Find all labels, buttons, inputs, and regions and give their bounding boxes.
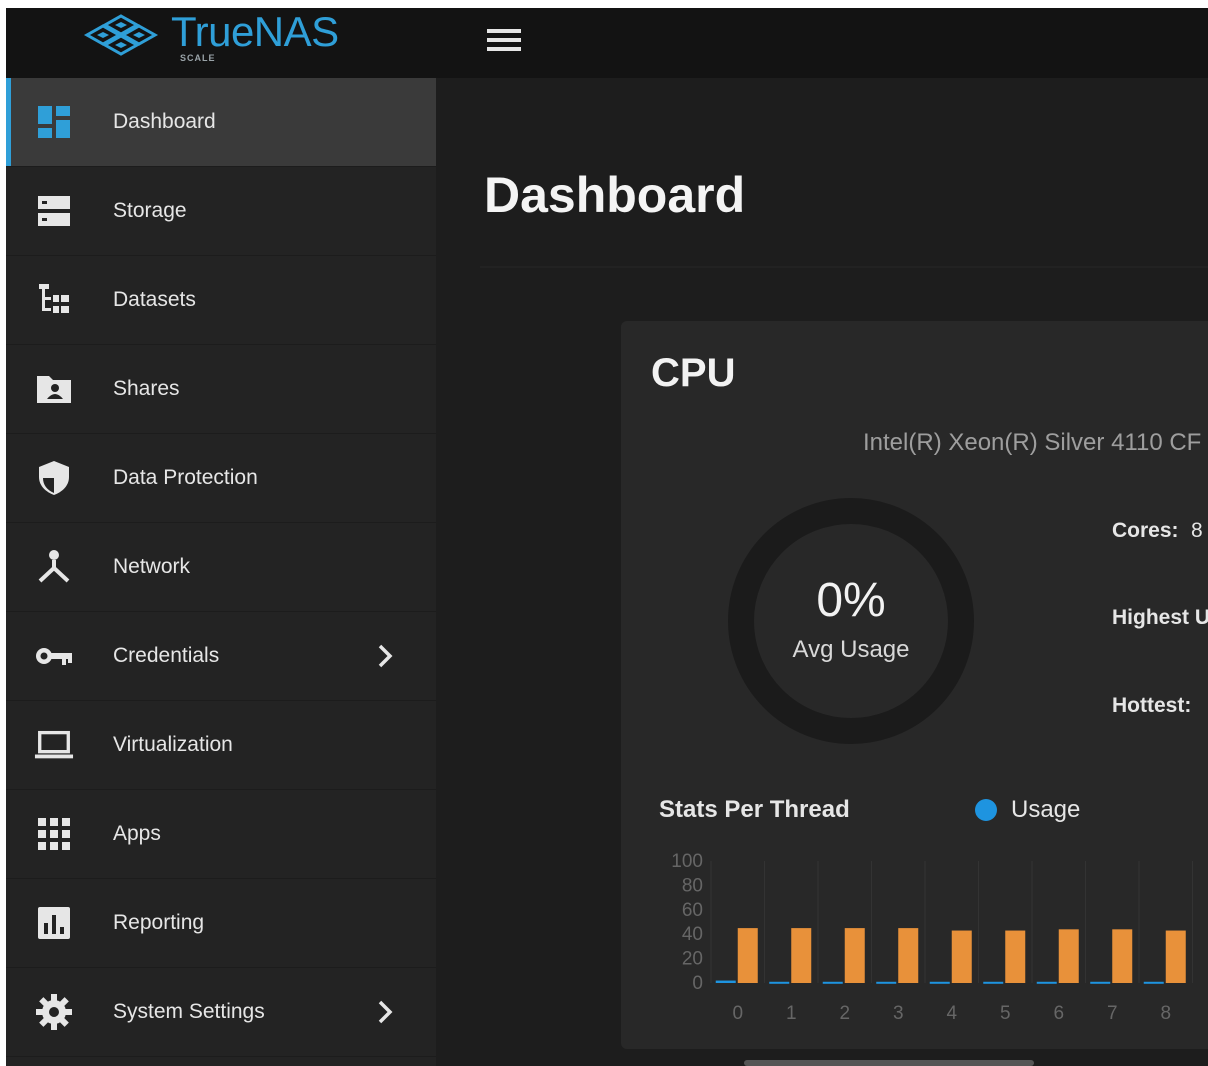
sidebar-item-label: Storage <box>113 199 187 222</box>
usage-bar <box>929 981 950 984</box>
truenas-logo-icon <box>83 14 159 56</box>
apps-grid-icon <box>34 814 74 854</box>
brand-name: TrueNAS <box>171 8 339 55</box>
chevron-right-icon[interactable] <box>372 641 398 671</box>
x-tick-label: 7 <box>1107 1003 1118 1021</box>
x-tick-label: 2 <box>839 1003 850 1021</box>
chevron-right-icon[interactable] <box>372 997 398 1027</box>
x-tick-label: 0 <box>732 1003 743 1021</box>
sidebar-item-label: Network <box>113 555 191 578</box>
shares-icon <box>34 369 74 409</box>
logo[interactable]: TrueNAS SCALE <box>6 8 436 78</box>
x-tick-label: 6 <box>1053 1003 1064 1021</box>
brand-edition: SCALE <box>180 53 216 63</box>
x-tick-label: 8 <box>1160 1003 1171 1021</box>
temperature-bar <box>791 928 812 983</box>
sidebar: Dashboard Storage Datasets Shares Data P… <box>6 78 436 1066</box>
usage-bar <box>983 981 1004 984</box>
usage-bar <box>876 981 897 984</box>
sidebar-item-label: System Settings <box>113 1000 265 1023</box>
main-content: Dashboard CPU Intel(R) Xeon(R) Silver 41… <box>436 78 1208 1066</box>
sidebar-item-virtualization[interactable]: Virtualization <box>6 701 436 790</box>
temperature-bar <box>898 928 919 983</box>
x-tick-label: 4 <box>946 1003 957 1021</box>
temperature-bar <box>1112 929 1133 983</box>
laptop-icon <box>34 725 74 765</box>
y-tick-label: 40 <box>682 924 703 945</box>
sidebar-item-credentials[interactable]: Credentials <box>6 612 436 701</box>
key-icon <box>34 636 74 676</box>
sidebar-item-label: Credentials <box>113 644 220 667</box>
network-icon <box>34 547 74 587</box>
usage-bar <box>769 981 790 984</box>
reporting-icon <box>34 903 74 943</box>
highest-usage-label: Highest U <box>1112 606 1208 629</box>
sidebar-item-label: Data Protection <box>113 466 258 489</box>
sidebar-item-storage[interactable]: Storage <box>6 167 436 256</box>
menu-icon <box>487 29 521 51</box>
temperature-bar <box>737 928 758 983</box>
usage-bar <box>1036 981 1057 984</box>
avg-usage-label: Avg Usage <box>792 636 910 663</box>
y-tick-label: 0 <box>692 973 703 994</box>
sidebar-item-label: Apps <box>113 822 161 845</box>
sidebar-item-datasets[interactable]: Datasets <box>6 256 436 345</box>
sidebar-item-data-protection[interactable]: Data Protection <box>6 434 436 523</box>
shield-icon <box>34 458 74 498</box>
app-window: TrueNAS SCALE Dashboard Storage Datasets… <box>6 8 1208 1066</box>
sidebar-item-dashboard[interactable]: Dashboard <box>6 78 436 167</box>
usage-legend-label[interactable]: Usage <box>1011 796 1080 824</box>
sidebar-item-network[interactable]: Network <box>6 523 436 612</box>
sidebar-item-label: Reporting <box>113 911 205 934</box>
stats-per-thread-chart: 0 20 40 60 80 100 0 1 2 3 4 5 6 7 8 <box>671 851 1193 1021</box>
sidebar-item-reporting[interactable]: Reporting <box>6 879 436 968</box>
divider <box>480 266 1208 268</box>
cores-label: Cores: <box>1112 519 1179 542</box>
y-tick-label: 80 <box>682 875 703 896</box>
storage-icon <box>34 191 74 231</box>
temperature-bar <box>1058 929 1079 983</box>
cpu-widget: CPU Intel(R) Xeon(R) Silver 4110 CF 0% A… <box>621 321 1208 1049</box>
temperature-bar <box>1165 930 1186 983</box>
hottest-label: Hottest: <box>1112 694 1192 717</box>
datasets-icon <box>34 280 74 320</box>
x-tick-label: 5 <box>1000 1003 1011 1021</box>
usage-bar <box>1090 981 1111 984</box>
sidebar-item-system-settings[interactable]: System Settings <box>6 968 436 1057</box>
usage-bar <box>715 980 736 983</box>
sidebar-item-shares[interactable]: Shares <box>6 345 436 434</box>
sidebar-item-label: Dashboard <box>113 110 216 133</box>
cpu-widget-title: CPU <box>651 351 736 395</box>
temperature-bar <box>1005 930 1026 983</box>
x-tick-label: 3 <box>893 1003 904 1021</box>
y-tick-label: 60 <box>682 900 703 921</box>
usage-legend-dot[interactable] <box>975 799 997 821</box>
sidebar-item-label: Shares <box>113 377 180 400</box>
page-title: Dashboard <box>484 167 746 223</box>
temperature-bar <box>951 930 972 983</box>
y-tick-label: 100 <box>671 851 703 872</box>
sidebar-item-label: Virtualization <box>113 733 233 756</box>
stats-per-thread-title: Stats Per Thread <box>659 796 850 823</box>
sidebar-item-label: Datasets <box>113 288 196 311</box>
cores-value: 8 <box>1191 519 1203 542</box>
cpu-model: Intel(R) Xeon(R) Silver 4110 CF <box>863 429 1202 456</box>
hamburger-menu-button[interactable] <box>484 24 524 56</box>
avg-usage-value: 0% <box>816 574 886 627</box>
horizontal-scrollbar[interactable] <box>744 1060 1034 1066</box>
x-tick-label: 1 <box>786 1003 797 1021</box>
gear-icon <box>34 992 74 1032</box>
dashboard-icon <box>34 102 74 142</box>
temperature-bar <box>844 928 865 983</box>
top-bar: TrueNAS SCALE <box>6 8 1208 78</box>
sidebar-item-apps[interactable]: Apps <box>6 790 436 879</box>
usage-bar <box>1143 981 1164 984</box>
usage-bar <box>822 981 843 984</box>
y-tick-label: 20 <box>682 949 703 970</box>
